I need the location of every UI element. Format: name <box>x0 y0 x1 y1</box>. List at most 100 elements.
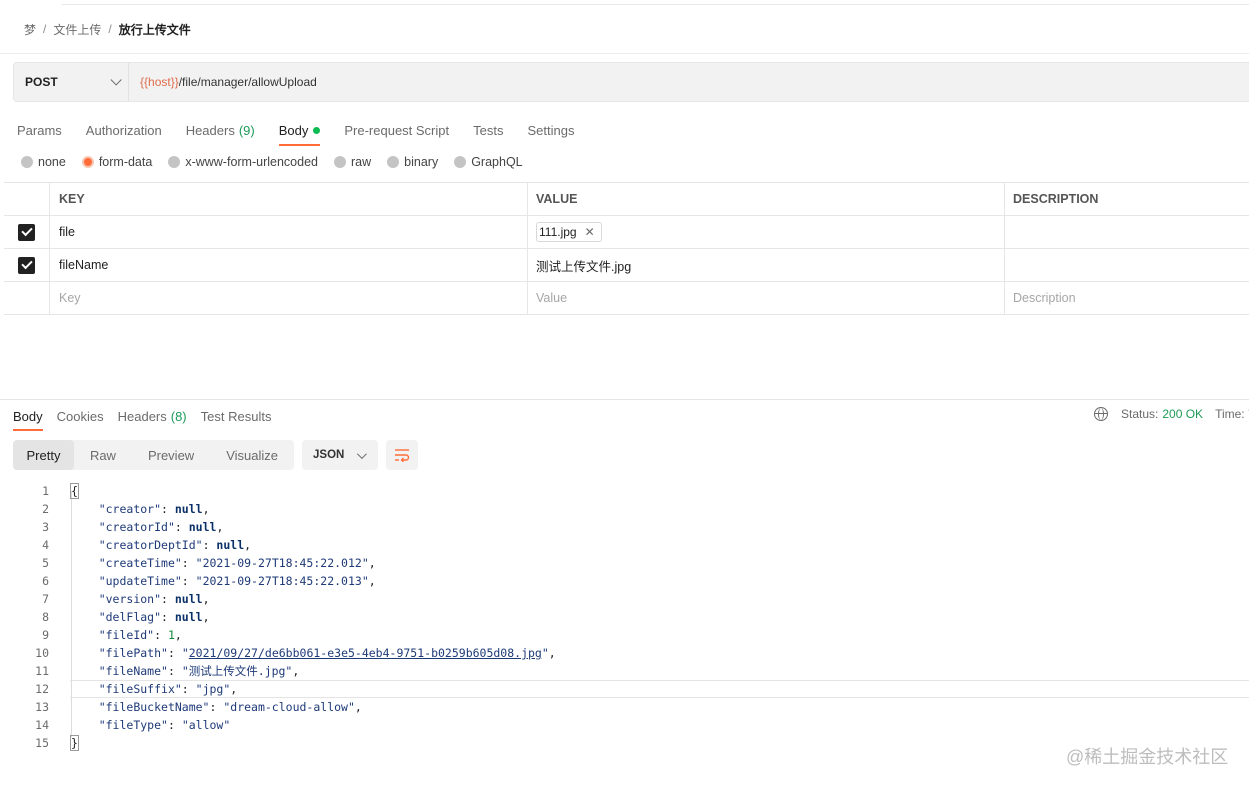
value-input[interactable]: Value <box>528 282 1005 314</box>
request-name[interactable]: 放行上传文件 <box>119 21 191 38</box>
view-mode-selector: Pretty Raw Preview Visualize <box>13 440 294 470</box>
response-body-editor[interactable]: 1{2 "creator": null, 3 "creatorId": null,… <box>0 482 1249 752</box>
code-line: 5 "createTime": "2021-09-27T18:45:22.012… <box>0 554 1249 572</box>
method-select[interactable]: POST <box>14 63 129 101</box>
code-text: "fileBucketName": "dream-cloud-allow", <box>98 700 362 714</box>
radio-icon <box>387 156 400 168</box>
code-line: 11 "fileName": "测试上传文件.jpg", <box>0 662 1249 680</box>
watermark: @稀土掘金技术社区 <box>1066 747 1229 767</box>
close-icon[interactable]: ✕ <box>585 225 595 239</box>
globe-icon[interactable] <box>1094 407 1108 421</box>
description-cell[interactable] <box>1005 249 1249 281</box>
code-line: 3 "creatorId": null, <box>0 518 1249 536</box>
code-text: "delFlag": null, <box>98 610 210 624</box>
view-preview[interactable]: Preview <box>132 440 210 470</box>
column-header-description: DESCRIPTION <box>1013 192 1099 206</box>
url-input[interactable]: {{host}}/file/manager/allowUpload <box>129 75 317 89</box>
tab-params[interactable]: Params <box>17 117 62 143</box>
file-chip: 111.jpg ✕ <box>536 222 602 242</box>
code-text: "fileType": "allow" <box>98 718 231 732</box>
tab-authorization[interactable]: Authorization <box>86 117 162 143</box>
line-number: 8 <box>42 610 49 624</box>
code-text: "fileId": 1, <box>98 628 182 642</box>
line-number: 14 <box>35 718 49 732</box>
code-text: "creator": null, <box>98 502 210 516</box>
response-tab-body[interactable]: Body <box>13 405 43 431</box>
time-label[interactable]: Time: 7 <box>1215 407 1249 421</box>
line-number: 10 <box>35 646 49 660</box>
radio-icon <box>21 156 33 168</box>
breadcrumb-separator: / <box>108 22 112 36</box>
format-select[interactable]: JSON <box>302 440 378 470</box>
radio-raw[interactable]: raw <box>334 153 371 171</box>
radio-binary[interactable]: binary <box>387 153 438 171</box>
line-number: 15 <box>35 736 49 750</box>
line-number: 5 <box>42 556 49 570</box>
key-cell[interactable]: fileName <box>50 249 528 281</box>
line-number: 2 <box>42 502 49 516</box>
code-line: 15} <box>0 734 1249 752</box>
response-tab-headers[interactable]: Headers (8) <box>118 405 187 427</box>
wrap-lines-button[interactable] <box>386 440 418 470</box>
tab-settings[interactable]: Settings <box>527 117 574 143</box>
code-line: 9 "fileId": 1, <box>0 626 1249 644</box>
code-text: { <box>70 483 79 499</box>
response-tab-cookies[interactable]: Cookies <box>57 405 104 427</box>
code-text: "creatorDeptId": null, <box>98 538 252 552</box>
value-cell[interactable]: 测试上传文件.jpg <box>528 249 1005 281</box>
view-visualize[interactable]: Visualize <box>210 440 294 470</box>
row-enabled-checkbox[interactable] <box>18 256 35 274</box>
code-text: "fileName": "测试上传文件.jpg", <box>98 664 300 678</box>
response-tabs: Body Cookies Headers (8) Test Results <box>13 405 285 431</box>
tab-pre-request-script[interactable]: Pre-request Script <box>344 117 449 143</box>
description-input[interactable]: Description <box>1005 282 1249 314</box>
wrap-lines-icon <box>395 449 410 462</box>
table-row-new: Key Value Description <box>4 282 1249 315</box>
code-line: 1{ <box>0 482 1249 500</box>
line-number: 13 <box>35 700 49 714</box>
url-variable: {{host}} <box>140 75 179 89</box>
form-data-table: KEY VALUE DESCRIPTION file 111.jpg ✕ file… <box>4 182 1249 315</box>
code-line: 13 "fileBucketName": "dream-cloud-allow"… <box>0 698 1249 716</box>
row-enabled-checkbox[interactable] <box>18 223 35 241</box>
view-pretty[interactable]: Pretty <box>13 440 74 470</box>
response-status: Status: 200 OK Time: 7 <box>1094 407 1249 421</box>
radio-icon <box>334 156 346 168</box>
radio-none[interactable]: none <box>21 153 66 171</box>
format-label: JSON <box>313 449 345 461</box>
tab-body[interactable]: Body <box>278 117 321 146</box>
view-raw[interactable]: Raw <box>74 440 132 470</box>
tab-tests[interactable]: Tests <box>473 117 503 143</box>
key-cell[interactable]: file <box>50 216 528 248</box>
radio-x-www-form-urlencoded[interactable]: x-www-form-urlencoded <box>168 153 318 171</box>
line-number: 11 <box>35 664 49 678</box>
breadcrumb-item[interactable]: 文件上传 <box>53 21 101 38</box>
radio-form-data[interactable]: form-data <box>81 153 152 171</box>
code-line: 7 "version": null, <box>0 590 1249 608</box>
radio-graphql[interactable]: GraphQL <box>454 153 523 171</box>
code-line: 14 "fileType": "allow" <box>0 716 1249 734</box>
line-number: 7 <box>42 592 49 606</box>
code-line: 10 "filePath": "2021/09/27/de6bb061-e3e5… <box>0 644 1249 662</box>
breadcrumb-item[interactable]: 梦 <box>24 21 36 38</box>
tab-headers[interactable]: Headers (9) <box>186 117 255 143</box>
response-divider[interactable] <box>0 399 1249 400</box>
code-line: 4 "creatorDeptId": null, <box>0 536 1249 554</box>
radio-icon <box>454 156 467 168</box>
code-text: "fileSuffix": "jpg", <box>98 682 238 696</box>
column-header-key: KEY <box>50 183 528 215</box>
column-header-value: VALUE <box>528 183 1005 215</box>
key-input[interactable]: Key <box>50 282 528 314</box>
breadcrumb-separator: / <box>43 22 47 36</box>
code-text: } <box>70 735 79 751</box>
response-headers-count: (8) <box>170 408 187 424</box>
request-tabs: Params Authorization Headers (9) Body Pre… <box>17 117 598 146</box>
status-label: Status: <box>1121 407 1159 421</box>
value-cell[interactable]: 111.jpg ✕ <box>528 216 1005 248</box>
radio-icon <box>168 156 181 168</box>
status-code[interactable]: 200 OK <box>1162 407 1203 421</box>
description-cell[interactable] <box>1005 216 1249 248</box>
code-line: 2 "creator": null, <box>0 500 1249 518</box>
headers-count: (9) <box>238 122 255 138</box>
response-tab-test-results[interactable]: Test Results <box>201 405 272 427</box>
